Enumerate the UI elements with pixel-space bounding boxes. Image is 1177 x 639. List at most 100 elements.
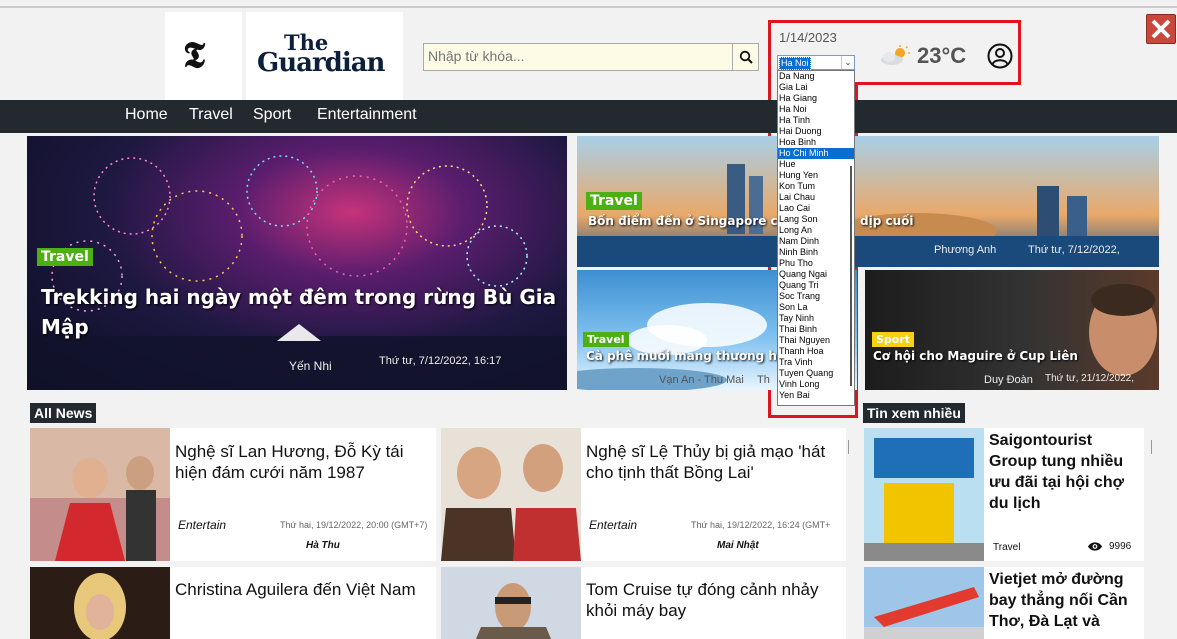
news-title[interactable]: Christina Aguilera đến Việt Nam	[175, 579, 430, 600]
hero-card[interactable]: Travel Trekking hai ngày một đêm trong r…	[27, 136, 567, 390]
news-title[interactable]: Nghệ sĩ Lệ Thủy bị giả mạo 'hát cho tịnh…	[586, 441, 841, 483]
news-thumbnail	[864, 567, 984, 639]
city-option[interactable]: Nam Dinh	[778, 236, 854, 247]
coffee-author: Vạn An - Thu Mai	[659, 374, 744, 386]
city-option[interactable]: Kon Tum	[778, 181, 854, 192]
coffee-title[interactable]: Cà phê muối mang thương hiệu	[586, 349, 798, 363]
city-option[interactable]: Ha Giang	[778, 93, 854, 104]
news-title[interactable]: Saigontourist Group tung nhiều ưu đãi tạ…	[989, 430, 1139, 514]
city-option[interactable]: Lai Chau	[778, 192, 854, 203]
coffee-tag[interactable]: Travel	[583, 332, 629, 347]
news-category[interactable]: Entertain	[589, 518, 637, 532]
most-viewed-item[interactable]: Saigontourist Group tung nhiều ưu đãi tạ…	[864, 428, 1144, 561]
nyt-logo[interactable]: 𝕿	[165, 12, 242, 100]
city-option[interactable]: Hai Duong	[778, 126, 854, 137]
city-option[interactable]: Hung Yen	[778, 170, 854, 181]
partly-cloudy-icon	[881, 45, 910, 65]
city-option[interactable]: Son La	[778, 302, 854, 313]
city-option[interactable]: Tra Vinh	[778, 357, 854, 368]
news-title[interactable]: Vietjet mở đường bay thẳng nối Cần Thơ, …	[989, 569, 1139, 632]
news-author: Mai Nhật	[717, 540, 759, 551]
search-icon	[739, 50, 753, 64]
city-option[interactable]: Da Nang	[778, 71, 854, 82]
nyt-logo-glyph: 𝕿	[183, 34, 206, 76]
maguire-card[interactable]: Sport Cơ hội cho Maguire ở Cup Liên Duy …	[865, 270, 1159, 390]
close-button[interactable]	[1146, 14, 1176, 44]
city-option[interactable]: Lang Son	[778, 214, 854, 225]
search-box	[423, 43, 759, 71]
news-item[interactable]: Christina Aguilera đến Việt Nam	[30, 567, 436, 639]
singapore-tag[interactable]: Travel	[586, 192, 642, 210]
hero-title[interactable]: Trekking hai ngày một đêm trong rừng Bù …	[41, 282, 561, 342]
city-select[interactable]: Ha Noi ⌄	[777, 55, 855, 70]
news-thumbnail	[30, 567, 170, 639]
scroll-divider	[848, 440, 849, 454]
main-navbar: Home Travel Sport Entertainment	[0, 100, 1177, 133]
search-button[interactable]	[732, 44, 758, 70]
news-item[interactable]: Nghệ sĩ Lệ Thủy bị giả mạo 'hát cho tịnh…	[441, 428, 846, 561]
singapore-title-left[interactable]: Bốn điểm đến ở Singapore c	[588, 214, 778, 228]
top-divider	[0, 6, 1177, 8]
news-item[interactable]: Nghệ sĩ Lan Hương, Đỗ Kỳ tái hiện đám cư…	[30, 428, 436, 561]
singapore-card[interactable]: Travel Bốn điểm đến ở Singapore c dịp cu…	[577, 136, 1159, 267]
fireworks-image	[27, 155, 567, 390]
city-option[interactable]: Phu Tho	[778, 258, 854, 269]
hero-tag[interactable]: Travel	[37, 248, 93, 266]
most-viewed-item[interactable]: Vietjet mở đường bay thẳng nối Cần Thơ, …	[864, 567, 1144, 639]
scroll-divider	[1151, 440, 1152, 454]
news-title[interactable]: Tom Cruise tự đóng cảnh nhảy khỏi máy ba…	[586, 579, 841, 621]
city-option[interactable]: Thai Nguyen	[778, 335, 854, 346]
city-option[interactable]: Thanh Hoa	[778, 346, 854, 357]
news-category[interactable]: Travel	[993, 542, 1020, 553]
city-option[interactable]: Quang Ngai	[778, 269, 854, 280]
news-thumbnail	[30, 428, 170, 561]
city-option[interactable]: Long An	[778, 225, 854, 236]
singapore-title-right[interactable]: dịp cuối	[860, 214, 913, 228]
news-date: Thứ hai, 19/12/2022, 20:00 (GMT+7)	[280, 520, 428, 530]
guardian-logo-line2: Guardian	[257, 48, 385, 78]
news-date: Thứ hai, 19/12/2022, 16:24 (GMT+	[691, 520, 831, 530]
maguire-tag[interactable]: Sport	[872, 332, 915, 347]
current-date: 1/14/2023	[779, 30, 837, 45]
city-option[interactable]: Tuyen Quang	[778, 368, 854, 379]
maguire-title[interactable]: Cơ hội cho Maguire ở Cup Liên	[873, 349, 1078, 363]
page: 𝕿 The Guardian 1/14/2023 Ha Noi ⌄ 23°C	[0, 0, 1177, 639]
city-option[interactable]: Thai Binh	[778, 324, 854, 335]
city-option[interactable]: Gia Lai	[778, 82, 854, 93]
guardian-logo[interactable]: The Guardian	[246, 12, 403, 100]
city-option[interactable]: Hue	[778, 159, 854, 170]
city-option[interactable]: Ha Tinh	[778, 115, 854, 126]
news-category[interactable]: Entertain	[178, 518, 226, 532]
singapore-author: Phương Anh	[934, 244, 997, 256]
city-option[interactable]: Tay Ninh	[778, 313, 854, 324]
view-count: 9996	[1109, 541, 1132, 552]
most-viewed-title: Tin xem nhiều	[863, 403, 965, 423]
news-title[interactable]: Nghệ sĩ Lan Hương, Đỗ Kỳ tái hiện đám cư…	[175, 441, 430, 483]
chevron-down-icon[interactable]: ⌄	[841, 56, 854, 69]
city-option-highlighted[interactable]: Ho Chi Minh	[778, 148, 854, 159]
nav-home[interactable]: Home	[125, 106, 168, 124]
city-option[interactable]: Soc Trang	[778, 291, 854, 302]
dropdown-scrollbar[interactable]	[850, 166, 852, 386]
user-account-icon[interactable]	[987, 43, 1013, 69]
city-option[interactable]: Hoa Binh	[778, 137, 854, 148]
highlight-edge-right	[1018, 20, 1021, 84]
city-dropdown-list[interactable]: Da Nang Gia Lai Ha Giang Ha Noi Ha Tinh …	[777, 70, 855, 406]
news-item[interactable]: Tom Cruise tự đóng cảnh nhảy khỏi máy ba…	[441, 567, 846, 639]
search-input[interactable]	[428, 48, 728, 64]
close-icon	[1151, 19, 1171, 39]
nav-travel[interactable]: Travel	[189, 106, 233, 124]
city-option[interactable]: Quang Tri	[778, 280, 854, 291]
coffee-date-fragment: Th	[757, 374, 770, 386]
city-option[interactable]: Ha Noi	[778, 104, 854, 115]
temperature: 23°C	[917, 43, 967, 68]
city-option[interactable]: Lao Cai	[778, 203, 854, 214]
nav-sport[interactable]: Sport	[253, 106, 291, 124]
city-option[interactable]: Ninh Binh	[778, 247, 854, 258]
nav-entertainment[interactable]: Entertainment	[317, 106, 417, 124]
hero-date: Thứ tư, 7/12/2022, 16:17	[379, 355, 502, 367]
news-author: Hà Thu	[306, 540, 340, 551]
maguire-author: Duy Đoàn	[984, 374, 1033, 386]
city-option[interactable]: Yen Bai	[778, 390, 854, 401]
city-option[interactable]: Vinh Long	[778, 379, 854, 390]
